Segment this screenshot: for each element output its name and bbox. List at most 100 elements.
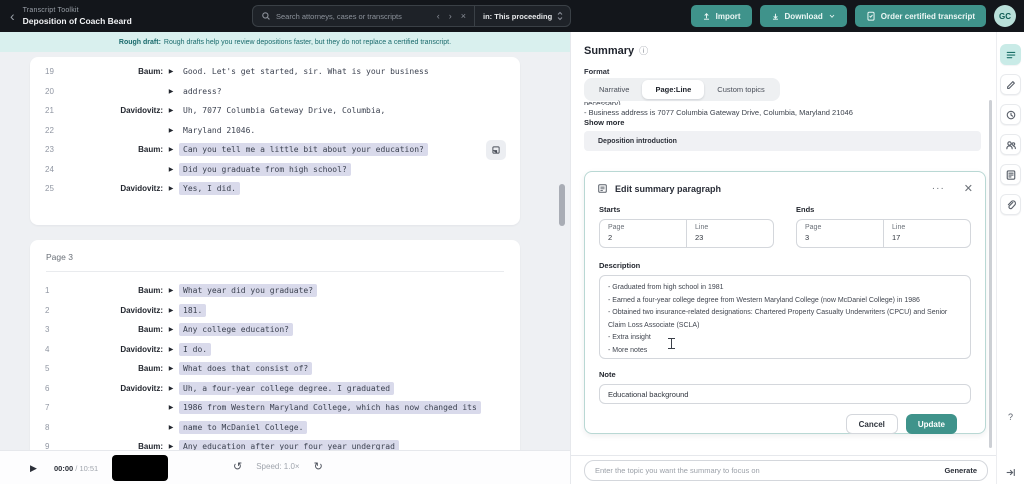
line-number: 1 xyxy=(30,286,63,295)
transcript-line[interactable]: 25Davidovitz:▶Yes, I did. xyxy=(30,179,520,199)
speaker-name: Davidovitz: xyxy=(63,384,163,393)
transcript-line[interactable]: 3Baum:▶Any college education? xyxy=(30,320,520,340)
starts-page-field[interactable]: Page 2 xyxy=(600,220,686,247)
transcript-line[interactable]: 2Davidovitz:▶181. xyxy=(30,301,520,321)
format-label: Format xyxy=(584,67,609,76)
speaker-name: Baum: xyxy=(63,325,163,334)
transcript-line[interactable]: 6Davidovitz:▶Uh, a four-year college deg… xyxy=(30,379,520,399)
play-button[interactable]: ▶ xyxy=(30,463,37,474)
summary-title-text: Summary xyxy=(584,45,634,57)
summary-title: Summary ⓘ xyxy=(584,44,648,57)
forward-icon[interactable]: ↻ xyxy=(314,460,323,473)
people-icon[interactable] xyxy=(1000,134,1021,155)
tab-custom-topics[interactable]: Custom topics xyxy=(704,80,778,99)
line-text: Uh, 7077 Columbia Gateway Drive, Columbi… xyxy=(179,104,389,117)
line-label: Line xyxy=(695,224,765,231)
transcript-page-card: 19Baum:▶Good. Let's get started, sir. Wh… xyxy=(30,57,520,225)
ends-page-field[interactable]: Page 3 xyxy=(797,220,883,247)
upload-icon xyxy=(702,12,711,21)
transcript-line[interactable]: 21Davidovitz:▶Uh, 7077 Columbia Gateway … xyxy=(30,101,520,121)
play-line-icon: ▶ xyxy=(163,326,179,333)
transcript-line[interactable]: 4Davidovitz:▶I do. xyxy=(30,340,520,360)
note-input[interactable]: Educational background xyxy=(599,384,971,404)
description-label: Description xyxy=(599,261,971,270)
edit-card-title: Edit summary paragraph xyxy=(615,184,925,194)
description-textarea[interactable]: - Graduated from high school in 1981 - E… xyxy=(599,275,971,359)
line-text: Any college education? xyxy=(179,323,293,336)
play-line-icon: ▶ xyxy=(163,146,179,153)
close-icon[interactable]: ✕ xyxy=(964,182,973,195)
transcript-page-card: Page 31Baum:▶What year did you graduate?… xyxy=(30,240,520,450)
search-scope-select[interactable]: in: This proceeding xyxy=(474,6,570,26)
play-line-icon: ▶ xyxy=(163,166,179,173)
more-options-icon[interactable]: ··· xyxy=(932,183,945,194)
search-clear-icon[interactable]: × xyxy=(459,11,468,21)
clock-icon[interactable] xyxy=(1000,104,1021,125)
avatar[interactable]: GC xyxy=(994,5,1016,27)
info-icon[interactable]: ⓘ xyxy=(639,44,648,57)
transcript-line[interactable]: 19Baum:▶Good. Let's get started, sir. Wh… xyxy=(30,62,520,82)
certificate-icon xyxy=(866,11,876,22)
update-button[interactable]: Update xyxy=(906,414,957,434)
play-line-icon: ▶ xyxy=(163,307,179,314)
order-label: Order certified transcript xyxy=(881,12,975,21)
collapse-panel-icon[interactable] xyxy=(1000,462,1021,483)
ends-line-value: 17 xyxy=(892,233,962,242)
rough-draft-banner: Rough draft: Rough drafts help you revie… xyxy=(0,32,570,52)
summary-scrollbar-thumb[interactable] xyxy=(989,100,992,448)
speaker-name: Davidovitz: xyxy=(63,345,163,354)
back-chevron-icon[interactable]: ‹ xyxy=(10,9,15,23)
tab-narrative[interactable]: Narrative xyxy=(586,80,642,99)
cancel-button[interactable]: Cancel xyxy=(846,414,898,434)
generate-button[interactable]: Generate xyxy=(944,466,977,475)
generate-topic-input[interactable]: Enter the topic you want the summary to … xyxy=(584,460,988,481)
top-bar-actions: Import Download Order certified transcri… xyxy=(691,5,1016,27)
import-button[interactable]: Import xyxy=(691,5,752,27)
paperclip-icon[interactable] xyxy=(1000,194,1021,215)
help-icon[interactable]: ? xyxy=(1000,406,1021,427)
show-more-link[interactable]: Show more xyxy=(584,118,624,127)
download-label: Download xyxy=(785,12,823,21)
download-icon xyxy=(771,12,780,21)
search-next-icon[interactable]: › xyxy=(447,11,454,21)
highlighter-icon[interactable] xyxy=(1000,74,1021,95)
download-button[interactable]: Download xyxy=(760,5,847,27)
search-bar[interactable]: Search attorneys, cases or transcripts ‹… xyxy=(252,5,571,27)
transcript-line[interactable]: 22▶Maryland 21046. xyxy=(30,121,520,141)
speaker-name: Davidovitz: xyxy=(63,106,163,115)
transcript-line[interactable]: 23Baum:▶Can you tell me a little bit abo… xyxy=(30,140,520,160)
note-button[interactable] xyxy=(486,140,506,160)
ends-line-field[interactable]: Line 17 xyxy=(883,220,970,247)
current-time: 00:00 xyxy=(54,464,73,473)
section-header-deposition-introduction[interactable]: Deposition introduction xyxy=(584,131,981,151)
speed-control[interactable]: Speed: 1.0× xyxy=(256,462,299,471)
play-line-icon: ▶ xyxy=(163,443,179,450)
rewind-icon[interactable]: ↺ xyxy=(233,460,242,473)
transcript-line[interactable]: 5Baum:▶What does that consist of? xyxy=(30,359,520,379)
transcript-line[interactable]: 9Baum:▶Any education after your four yea… xyxy=(30,437,520,450)
tab-page-line[interactable]: Page:Line xyxy=(642,80,704,99)
transcript-line[interactable]: 20▶address? xyxy=(30,82,520,102)
transcript-line[interactable]: 8▶name to McDaniel College. xyxy=(30,418,520,438)
exhibit-doc-icon[interactable] xyxy=(1000,164,1021,185)
summary-icon[interactable] xyxy=(1000,44,1021,65)
search-icon xyxy=(261,11,271,21)
transcript-line[interactable]: 1Baum:▶What year did you graduate? xyxy=(30,281,520,301)
transcript-line[interactable]: 7▶1986 from Western Maryland College, wh… xyxy=(30,398,520,418)
play-line-icon: ▶ xyxy=(163,68,179,75)
search-scope-value: in: This proceeding xyxy=(483,12,552,21)
speaker-name: Baum: xyxy=(63,442,163,450)
search-input[interactable]: Search attorneys, cases or transcripts ‹… xyxy=(253,6,474,26)
transcript-scrollbar-thumb[interactable] xyxy=(559,184,565,226)
import-label: Import xyxy=(716,12,741,21)
line-text: What does that consist of? xyxy=(179,362,312,375)
line-number: 19 xyxy=(30,67,63,76)
starts-page-value: 2 xyxy=(608,233,678,242)
play-line-icon: ▶ xyxy=(163,424,179,431)
speaker-name: Baum: xyxy=(63,364,163,373)
transcript-line[interactable]: 24▶Did you graduate from high school? xyxy=(30,160,520,180)
search-prev-icon[interactable]: ‹ xyxy=(435,11,442,21)
order-certified-transcript-button[interactable]: Order certified transcript xyxy=(855,5,986,27)
starts-line-field[interactable]: Line 23 xyxy=(686,220,773,247)
video-thumbnail[interactable] xyxy=(112,455,168,481)
